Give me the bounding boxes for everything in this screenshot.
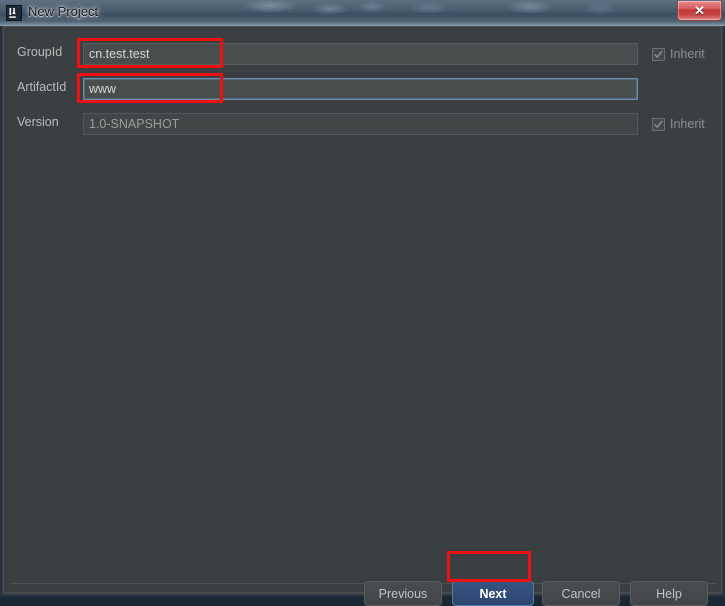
checkbox-checked-icon [652, 47, 665, 61]
groupid-label: GroupId [17, 45, 63, 59]
title-bar[interactable]: New Project ✕ [0, 0, 725, 26]
intellij-idea-icon [6, 5, 22, 21]
version-label: Version [17, 115, 59, 129]
version-inherit-checkbox[interactable]: Inherit [652, 115, 705, 133]
dialog-content-panel: GroupId cn.test.test Inherit ArtifactId … [3, 26, 723, 606]
close-icon: ✕ [694, 3, 705, 18]
groupid-inherit-label: Inherit [670, 47, 705, 61]
version-inherit-label: Inherit [670, 117, 705, 131]
form-row-groupid: GroupId cn.test.test Inherit [4, 43, 723, 65]
groupid-input[interactable]: cn.test.test [83, 43, 638, 65]
new-project-dialog: New Project ✕ GroupId cn.test.test Inher… [0, 0, 725, 606]
checkbox-checked-icon [652, 117, 665, 131]
form-row-version: Version 1.0-SNAPSHOT Inherit [4, 113, 723, 135]
window-title: New Project [28, 4, 99, 19]
previous-button[interactable]: Previous [364, 581, 442, 606]
next-button[interactable]: Next [452, 581, 534, 606]
artifactid-input[interactable]: www [83, 78, 638, 100]
form-row-artifactid: ArtifactId www [4, 78, 723, 100]
artifactid-label: ArtifactId [17, 80, 67, 94]
help-button[interactable]: Help [630, 581, 708, 606]
dialog-body: GroupId cn.test.test Inherit ArtifactId … [0, 26, 725, 606]
groupid-inherit-checkbox[interactable]: Inherit [652, 45, 705, 63]
version-input[interactable]: 1.0-SNAPSHOT [83, 113, 638, 135]
cancel-button[interactable]: Cancel [542, 581, 620, 606]
close-button[interactable]: ✕ [677, 1, 722, 21]
